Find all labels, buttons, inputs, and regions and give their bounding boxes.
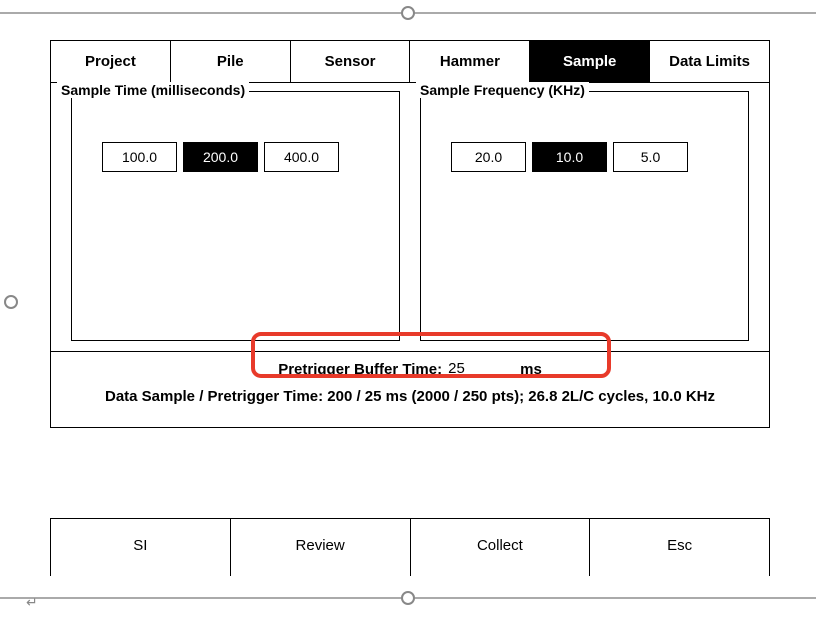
panels-row: Sample Time (milliseconds) 100.0 200.0 4… [51,83,769,351]
sample-time-panel: Sample Time (milliseconds) 100.0 200.0 4… [51,83,410,351]
sample-time-option-400[interactable]: 400.0 [264,142,339,172]
tab-pile[interactable]: Pile [171,41,291,82]
esc-button[interactable]: Esc [590,519,769,576]
selection-handle-bottom[interactable] [401,591,415,605]
tab-project[interactable]: Project [51,41,171,82]
collect-button[interactable]: Collect [411,519,591,576]
si-button[interactable]: SI [51,519,231,576]
sample-time-option-200[interactable]: 200.0 [183,142,258,172]
sample-freq-option-20[interactable]: 20.0 [451,142,526,172]
pretrigger-section: Pretrigger Buffer Time: ms Data Sample /… [51,351,769,427]
bottom-bar: SI Review Collect Esc [50,518,770,576]
tab-hammer[interactable]: Hammer [410,41,530,82]
sample-freq-title: Sample Frequency (KHz) [416,82,589,98]
review-button[interactable]: Review [231,519,411,576]
sample-freq-panel: Sample Frequency (KHz) 20.0 10.0 5.0 [410,83,769,351]
sample-freq-option-5[interactable]: 5.0 [613,142,688,172]
tab-data-limits[interactable]: Data Limits [650,41,769,82]
sample-time-title: Sample Time (milliseconds) [57,82,249,98]
selection-handle-left[interactable] [4,295,18,309]
tab-sensor[interactable]: Sensor [291,41,411,82]
pretrigger-label: Pretrigger Buffer Time: [278,361,442,378]
sample-time-option-100[interactable]: 100.0 [102,142,177,172]
pretrigger-unit: ms [520,361,542,378]
data-sample-summary: Data Sample / Pretrigger Time: 200 / 25 … [51,378,769,421]
pretrigger-input[interactable] [446,360,516,378]
tab-sample[interactable]: Sample [530,41,650,82]
selection-handle-top[interactable] [401,6,415,20]
top-tabs: Project Pile Sensor Hammer Sample Data L… [51,41,769,83]
sample-time-options: 100.0 200.0 400.0 [102,142,379,172]
sample-freq-option-10[interactable]: 10.0 [532,142,607,172]
sample-freq-options: 20.0 10.0 5.0 [451,142,728,172]
sample-settings-panel: Project Pile Sensor Hammer Sample Data L… [50,40,770,428]
paragraph-mark-icon: ↵ [26,594,38,611]
